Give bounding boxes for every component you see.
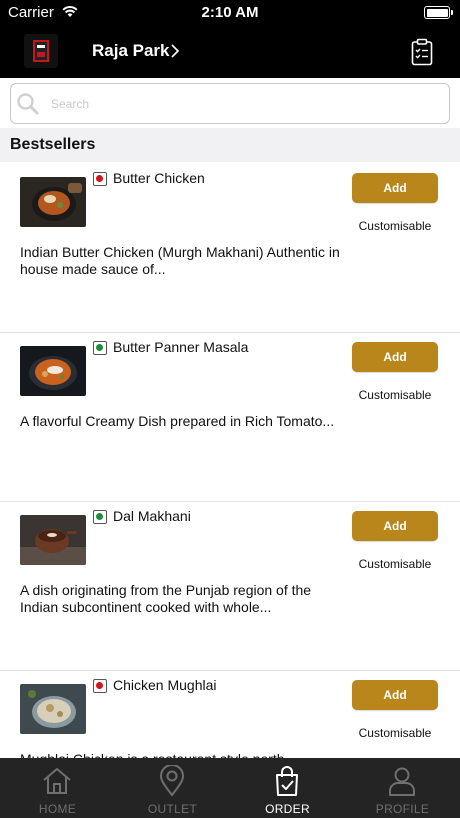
customisable-label: Customisable — [358, 388, 432, 402]
clipboard-checklist-icon[interactable] — [411, 38, 433, 66]
customisable-label: Customisable — [358, 557, 432, 571]
item-description: A dish originating from the Punjab regio… — [20, 582, 312, 615]
item-description: A flavorful Creamy Dish prepared in Rich… — [20, 413, 335, 429]
add-button[interactable]: Add — [352, 511, 438, 541]
veg-indicator-icon — [93, 341, 107, 355]
customisable-label: Customisable — [358, 726, 432, 740]
status-bar: Carrier 2:10 AM — [0, 0, 460, 26]
outlet-name[interactable]: Raja Park — [92, 41, 170, 61]
non-veg-indicator-icon — [93, 679, 107, 693]
dish-image — [20, 346, 86, 396]
top-bar: Carrier 2:10 AM Raja Park — [0, 0, 460, 78]
tab-order[interactable]: ORDER — [230, 758, 345, 818]
header: Raja Park — [0, 26, 460, 78]
home-icon — [43, 768, 71, 794]
item-name[interactable]: Dal Makhani — [113, 508, 191, 524]
section-header: Bestsellers — [0, 128, 460, 162]
search-icon — [17, 93, 39, 115]
restaurant-logo[interactable] — [24, 34, 58, 68]
dish-image — [20, 515, 86, 565]
tab-label: PROFILE — [375, 802, 430, 816]
customisable-label: Customisable — [358, 219, 432, 233]
section-title: Bestsellers — [10, 136, 96, 153]
tab-outlet[interactable]: OUTLET — [115, 758, 230, 818]
non-veg-indicator-icon — [93, 172, 107, 186]
tab-label: OUTLET — [147, 802, 198, 816]
tab-label: HOME — [38, 802, 77, 816]
add-button[interactable]: Add — [352, 173, 438, 203]
location-pin-icon — [159, 765, 185, 797]
item-name[interactable]: Butter Chicken — [113, 170, 205, 186]
tab-bar: HOME OUTLET ORDER PROFILE — [0, 758, 460, 818]
veg-indicator-icon — [93, 510, 107, 524]
tab-profile[interactable]: PROFILE — [345, 758, 460, 818]
battery-icon — [424, 6, 453, 19]
menu-item[interactable]: Dal Makhani Add Customisable A dish orig… — [0, 502, 460, 671]
add-button[interactable]: Add — [352, 680, 438, 710]
add-button[interactable]: Add — [352, 342, 438, 372]
status-time: 2:10 AM — [201, 4, 259, 21]
tab-label: ORDER — [265, 802, 310, 816]
shopping-bag-icon — [276, 766, 298, 796]
dish-image — [20, 684, 86, 734]
chevron-right-icon[interactable] — [168, 42, 182, 60]
menu-item[interactable]: Butter Chicken Add Customisable Indian B… — [0, 164, 460, 333]
user-icon — [389, 767, 415, 796]
search-bar[interactable] — [10, 83, 450, 124]
dish-image — [20, 177, 86, 227]
item-name[interactable]: Butter Panner Masala — [113, 339, 248, 355]
item-name[interactable]: Chicken Mughlai — [113, 677, 217, 693]
item-description: Indian Butter Chicken (Murgh Makhani) Au… — [20, 244, 340, 277]
tab-home[interactable]: HOME — [0, 758, 115, 818]
menu-item[interactable]: Butter Panner Masala Add Customisable A … — [0, 333, 460, 502]
search-input[interactable] — [51, 93, 431, 115]
